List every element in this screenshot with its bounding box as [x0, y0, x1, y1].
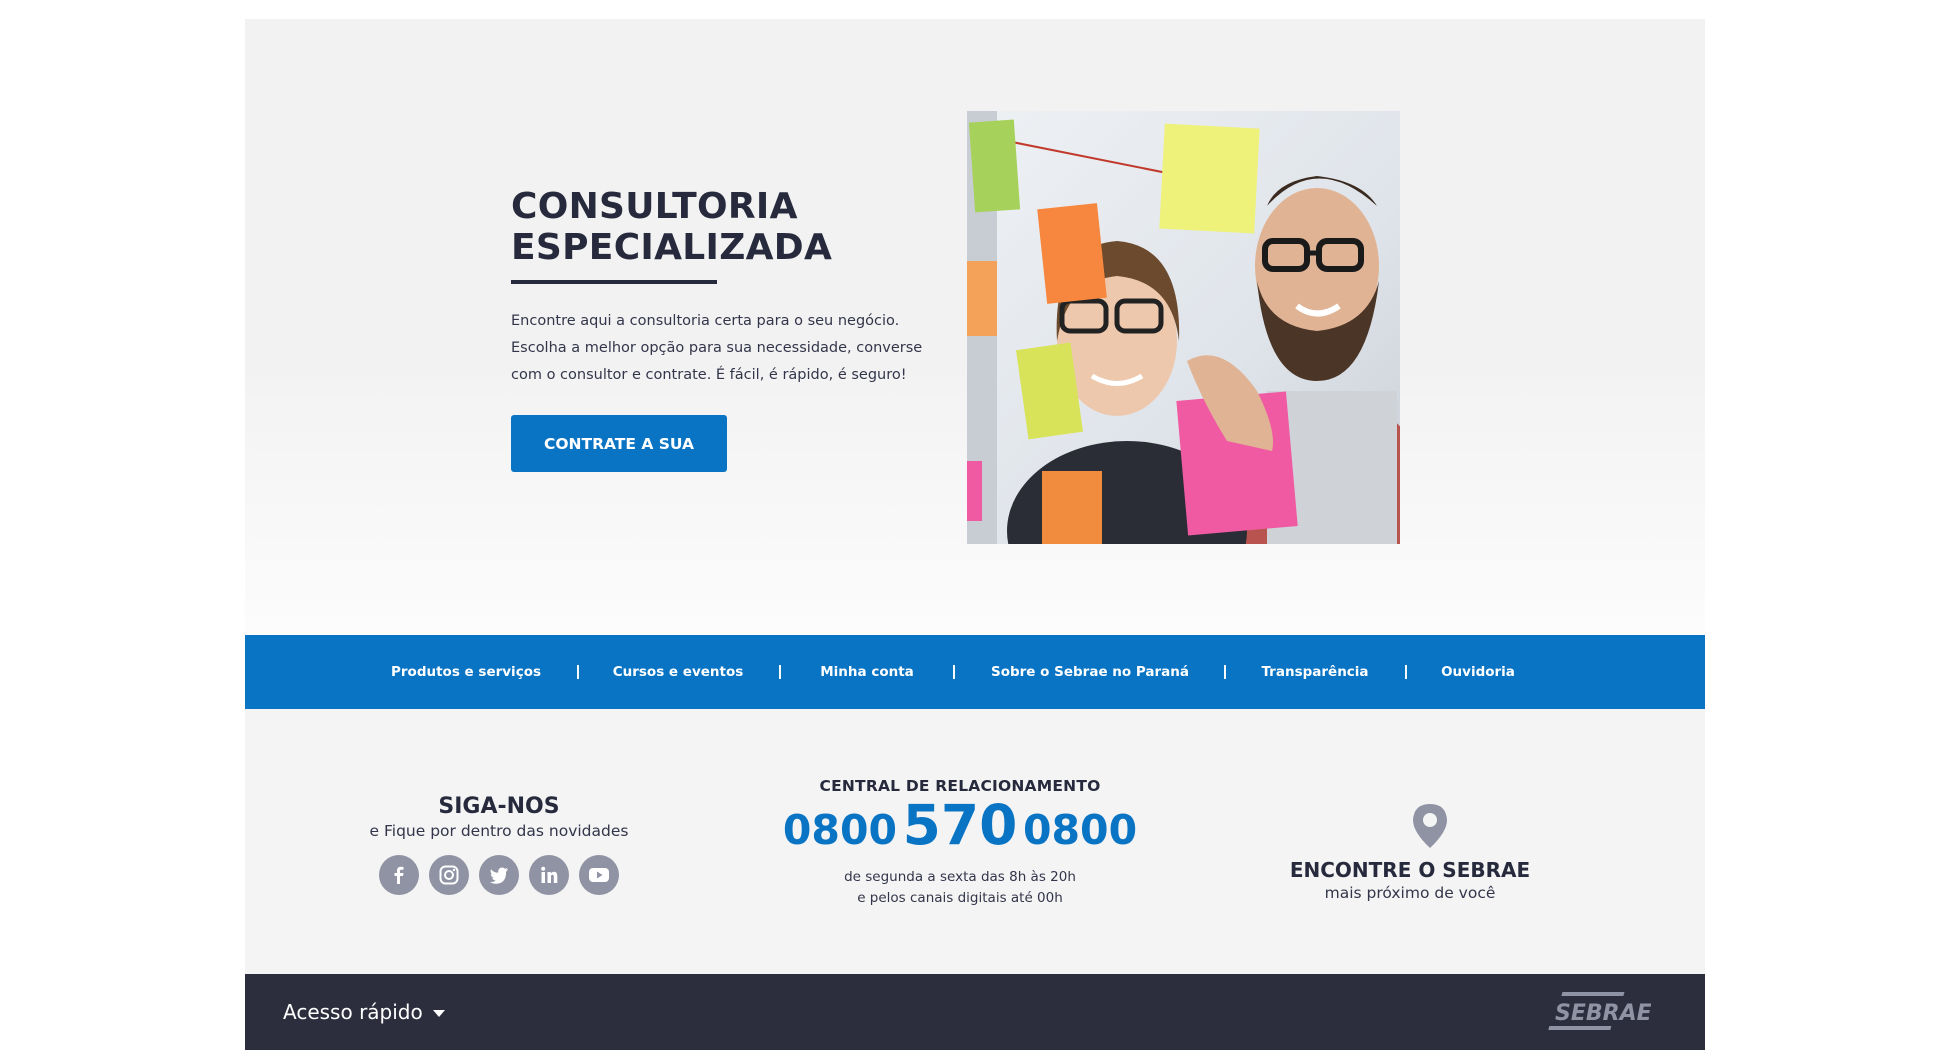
instagram-icon[interactable] [429, 855, 469, 895]
phone-part3: 0800 [1022, 806, 1138, 854]
quick-access-dropdown[interactable]: Acesso rápido [283, 974, 445, 1050]
sebrae-logo[interactable]: SEBRAE [1541, 990, 1652, 1034]
youtube-icon[interactable] [579, 855, 619, 895]
hours-line2: e pelos canais digitais até 00h [857, 890, 1063, 906]
nav-item-transparencia[interactable]: Transparência [1261, 635, 1368, 709]
hero-title-line1: CONSULTORIA [511, 186, 798, 227]
hero-text-line1: Encontre aqui a consultoria certa para o… [511, 313, 900, 329]
page: CONSULTORIA ESPECIALIZADA Encontre aqui … [245, 19, 1705, 1050]
hero-title: CONSULTORIA ESPECIALIZADA [511, 186, 931, 268]
nav-separator: | [1222, 663, 1228, 680]
hours-line1: de segunda a sexta das 8h às 20h [844, 869, 1076, 885]
hero-section: CONSULTORIA ESPECIALIZADA Encontre aqui … [245, 19, 1705, 635]
twitter-icon[interactable] [479, 855, 519, 895]
follow-heading: SIGA-NOS [438, 794, 560, 819]
nav-separator: | [1403, 663, 1409, 680]
find-subheading: mais próximo de você [1324, 884, 1496, 902]
caret-down-icon [432, 1010, 445, 1017]
linkedin-icon[interactable] [529, 855, 569, 895]
nav-item-ouvidoria[interactable]: Ouvidoria [1441, 635, 1515, 709]
logo-text: SEBRAE [1555, 1001, 1651, 1026]
nav-separator: | [777, 663, 783, 680]
phone-part1: 0800 [782, 806, 898, 854]
hero-photo [967, 111, 1400, 544]
location-pin-icon[interactable] [1410, 802, 1450, 850]
nav-item-sobre-o-sebrae[interactable]: Sobre o Sebrae no Paraná [991, 635, 1189, 709]
phone-number[interactable]: 0800 570 0800 [783, 793, 1137, 857]
nav-item-cursos-e-eventos[interactable]: Cursos e eventos [613, 635, 744, 709]
nav-item-produtos-e-servicos[interactable]: Produtos e serviços [391, 635, 541, 709]
phone-part2: 570 [902, 793, 1018, 857]
footer: Acesso rápido SEBRAE [245, 974, 1705, 1050]
nav-item-minha-conta[interactable]: Minha conta [820, 635, 914, 709]
hero-title-line2: ESPECIALIZADA [511, 227, 833, 268]
nav-separator: | [575, 663, 581, 680]
contact-section: SIGA-NOS e Fique por dentro das novidade… [245, 709, 1705, 974]
facebook-icon[interactable] [379, 855, 419, 895]
hero-text-line2: Escolha a melhor opção para sua necessid… [511, 340, 923, 356]
hours-text: de segunda a sexta das 8h às 20h e pelos… [844, 867, 1076, 909]
hero-description: Encontre aqui a consultoria certa para o… [511, 308, 941, 389]
follow-subheading: e Fique por dentro das novidades [369, 822, 629, 840]
hero-text-line3: com o consultor e contrate. É fácil, é r… [511, 367, 907, 383]
contract-button[interactable]: CONTRATE A SUA [511, 415, 727, 472]
nav-separator: | [951, 663, 957, 680]
find-heading[interactable]: ENCONTRE O SEBRAE [1290, 858, 1530, 882]
quick-access-label: Acesso rápido [283, 1000, 423, 1024]
main-navigation: Produtos e serviços | Cursos e eventos |… [245, 635, 1705, 709]
title-underline [511, 280, 717, 284]
consultants-photo-illustration [967, 111, 1400, 544]
